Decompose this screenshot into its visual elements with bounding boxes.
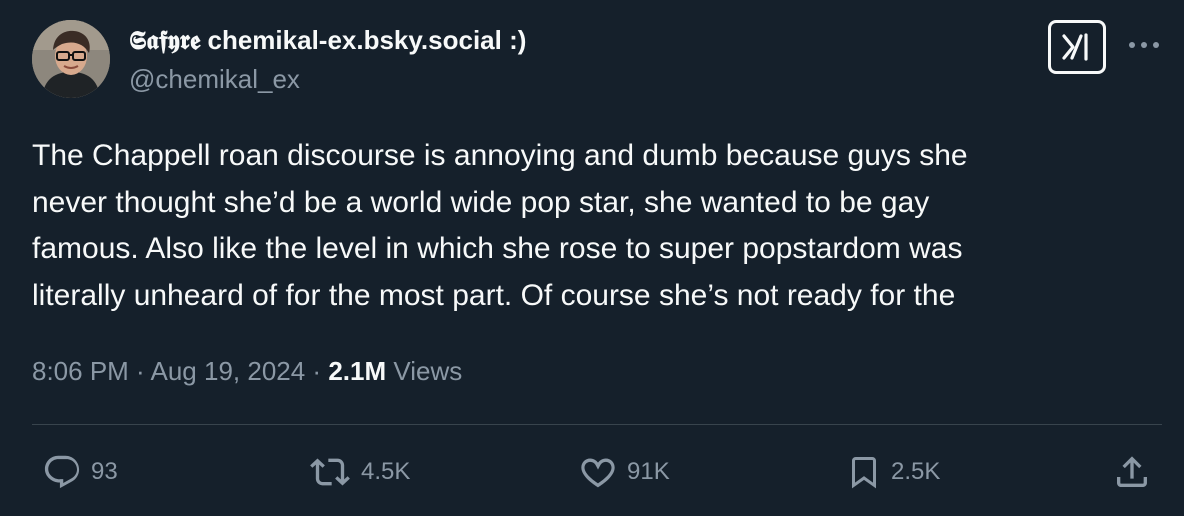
like-count: 91K [627, 458, 670, 485]
avatar[interactable] [32, 20, 110, 98]
share-icon [1117, 456, 1147, 487]
user-handle[interactable]: @chemikal_ex [129, 64, 300, 95]
views-label: Views [386, 356, 463, 386]
repost-button[interactable]: 4.5K [308, 452, 410, 492]
reply-count: 93 [91, 458, 118, 485]
tweet: 𝕾𝖆𝖋𝖞𝖗𝖊 chemikal-ex.bsky.social :) @chemi… [0, 0, 1184, 516]
like-button[interactable]: 91K [578, 452, 670, 492]
tweet-date[interactable]: Aug 19, 2024 [151, 356, 306, 386]
bookmark-icon [852, 457, 876, 489]
reply-button[interactable]: 93 [42, 452, 118, 492]
divider [32, 424, 1162, 425]
bookmark-button[interactable]: 2.5K [846, 452, 940, 492]
tweet-text-line: famous. Also like the level in which she… [32, 232, 963, 265]
meta-separator: · [128, 356, 151, 386]
tweet-text: The Chappell roan discourse is annoying … [32, 133, 1152, 319]
repost-icon [310, 458, 350, 486]
tweet-meta: 8:06 PM · Aug 19, 2024 · 2.1M Views [32, 356, 462, 387]
bookmark-count: 2.5K [891, 458, 941, 485]
reply-icon [44, 455, 80, 489]
tweet-text-line: never thought she’d be a world wide pop … [32, 185, 930, 219]
repost-count: 4.5K [361, 458, 411, 485]
tweet-time[interactable]: 8:06 PM [32, 356, 129, 386]
share-button[interactable] [1112, 452, 1152, 492]
more-button[interactable] [1126, 30, 1162, 60]
more-icon [1129, 42, 1159, 48]
display-name-fraktur: 𝕾𝖆𝖋𝖞𝖗𝖊 [129, 26, 201, 56]
grok-button[interactable] [1048, 20, 1106, 74]
meta-separator: · [305, 356, 329, 386]
tweet-text-line: literally unheard of for the most part. … [32, 278, 956, 312]
display-name-text: chemikal-ex.bsky.social :) [200, 25, 527, 55]
views-count[interactable]: 2.1M [328, 356, 386, 386]
heart-icon [581, 458, 615, 488]
display-name[interactable]: 𝕾𝖆𝖋𝖞𝖗𝖊 chemikal-ex.bsky.social :) [129, 25, 526, 57]
grok-icon [1062, 33, 1088, 61]
tweet-text-line: The Chappell roan discourse is annoying … [32, 139, 968, 172]
